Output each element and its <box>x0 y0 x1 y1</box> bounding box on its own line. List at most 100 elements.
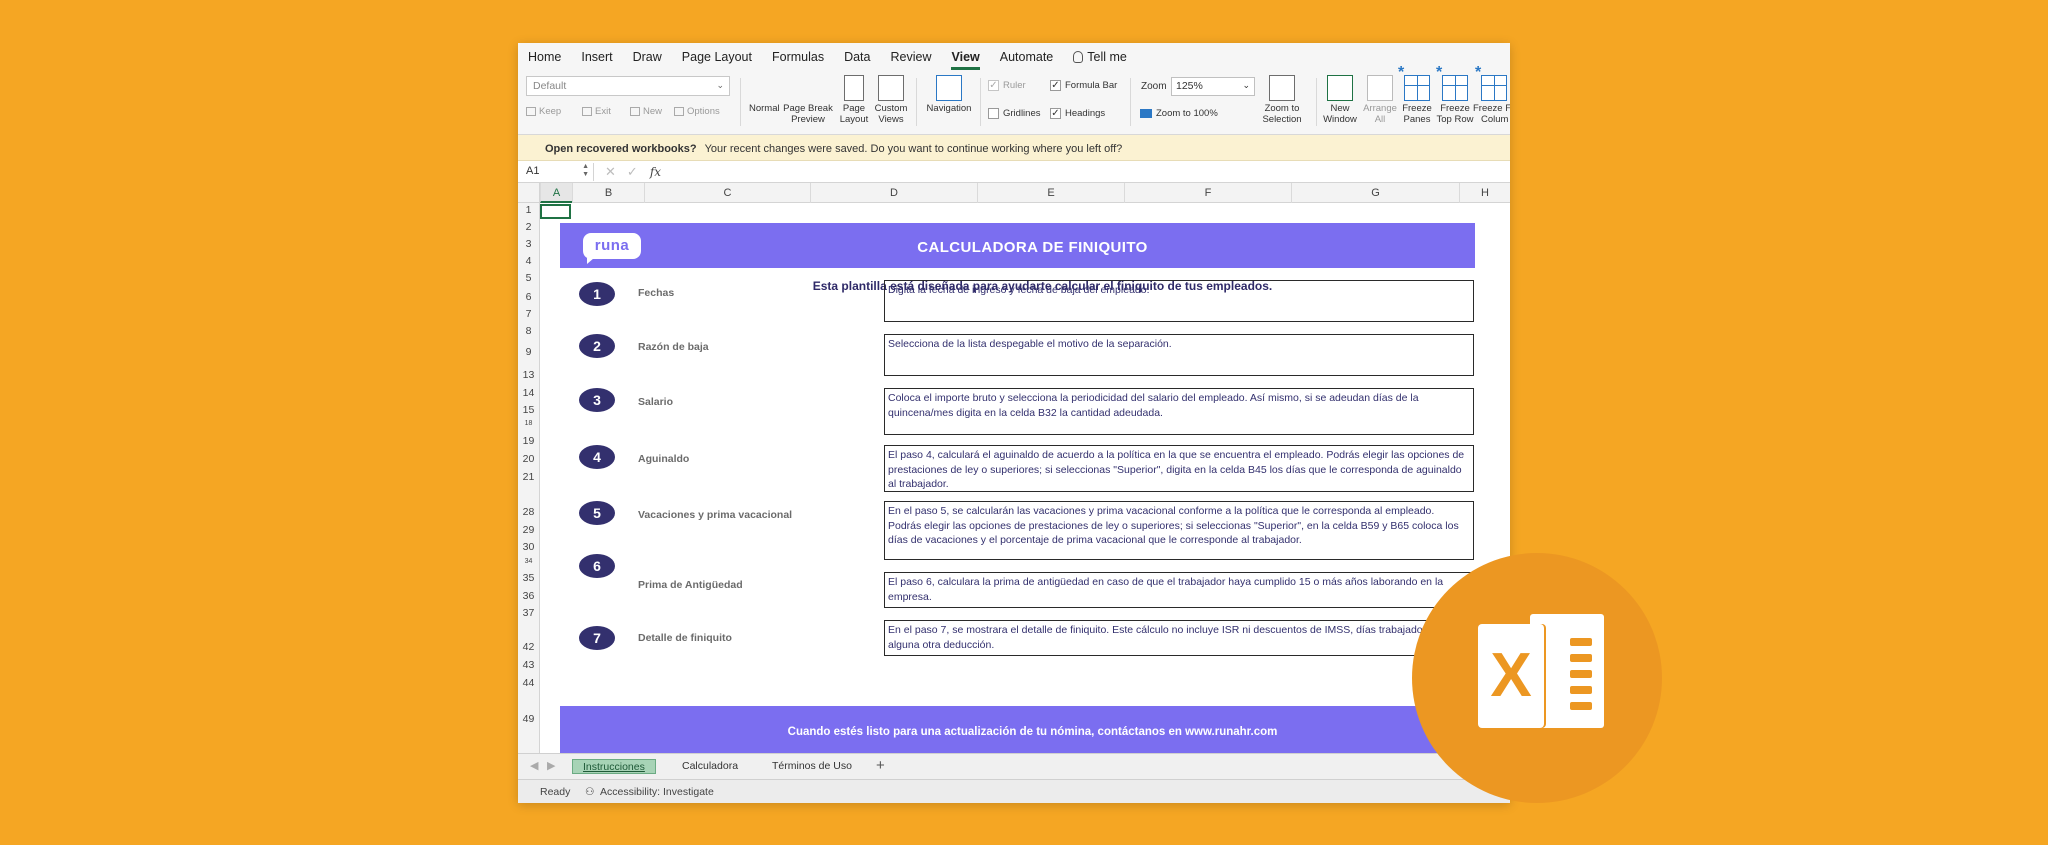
column-header-h[interactable]: H <box>1459 183 1510 203</box>
options-button[interactable]: Options <box>674 106 720 117</box>
active-cell[interactable] <box>540 204 571 219</box>
sheet-view-select[interactable]: Default ⌄ <box>526 76 730 96</box>
cancel-icon[interactable]: ✕ <box>605 164 616 180</box>
row-header[interactable]: 4 <box>518 255 539 267</box>
keep-button[interactable]: Keep <box>526 106 561 117</box>
new-view-button[interactable]: New <box>630 106 662 117</box>
row-header[interactable]: 28 <box>518 506 539 518</box>
tab-home[interactable]: Home <box>528 50 561 64</box>
row-header[interactable]: 37 <box>518 607 539 619</box>
ribbon-separator <box>1130 78 1131 126</box>
exit-button[interactable]: Exit <box>582 106 611 117</box>
empty-box-icon <box>988 108 999 119</box>
gridlines-checkbox[interactable]: Gridlines <box>988 108 1041 119</box>
row-header[interactable]: 49 <box>518 713 539 725</box>
tab-view[interactable]: View <box>951 50 981 70</box>
prev-sheet-icon[interactable]: ◀ <box>530 759 538 772</box>
tell-me[interactable]: Tell me <box>1073 50 1127 64</box>
row-header[interactable]: 3 <box>518 238 539 250</box>
row-header[interactable]: 6 <box>518 291 539 303</box>
next-sheet-icon[interactable]: ▶ <box>547 759 555 772</box>
zoom-to-selection-button[interactable]: Zoom to Selection <box>1256 75 1308 125</box>
zoom-select[interactable]: 125% ⌄ <box>1171 77 1255 96</box>
name-box[interactable]: A1 ▲ ▼ <box>522 162 594 181</box>
row-header[interactable]: 29 <box>518 524 539 536</box>
zoom-value: 125% <box>1176 80 1203 92</box>
page-break-preview-button[interactable]: Page Break Preview <box>783 75 833 241</box>
row-header[interactable]: 13 <box>518 369 539 381</box>
column-header-d[interactable]: D <box>810 183 977 203</box>
sheet-tab-calculadora[interactable]: Calculadora <box>672 759 748 774</box>
tab-automate[interactable]: Automate <box>1000 50 1054 64</box>
freeze-top-row-label-1: Freeze <box>1440 103 1470 114</box>
page-layout-button[interactable]: Page Layout <box>838 75 870 125</box>
normal-view-button[interactable]: Normal <box>749 75 780 243</box>
step-description[interactable]: El paso 4, calculará el aguinaldo de acu… <box>884 445 1474 492</box>
arrange-all-label-1: Arrange <box>1363 103 1397 114</box>
row-header[interactable]: 42 <box>518 641 539 653</box>
column-header-e[interactable]: E <box>977 183 1124 203</box>
new-window-button[interactable]: New Window <box>1320 75 1360 125</box>
row-header[interactable]: 44 <box>518 677 539 689</box>
row-header[interactable]: 14 <box>518 387 539 399</box>
tab-draw[interactable]: Draw <box>633 50 662 64</box>
freeze-top-row-button[interactable]: FreezeTop Row <box>1435 67 1475 125</box>
arrange-all-button[interactable]: Arrange All <box>1360 75 1400 125</box>
row-header[interactable]: 1 <box>518 204 539 216</box>
sheet-tab-terminos[interactable]: Términos de Uso <box>762 759 862 774</box>
select-all-corner[interactable] <box>518 183 540 203</box>
row-header[interactable]: 15 <box>518 404 539 416</box>
row-header[interactable]: 2 <box>518 221 539 233</box>
row-header[interactable]: 43 <box>518 659 539 671</box>
row-header[interactable]: 34 <box>518 558 539 565</box>
zoom-100-button[interactable]: Zoom to 100% <box>1140 108 1218 119</box>
tab-data[interactable]: Data <box>844 50 870 64</box>
row-header[interactable]: 7 <box>518 308 539 320</box>
freeze-first-column-button[interactable]: Freeze FColum <box>1473 67 1510 125</box>
enter-icon[interactable]: ✓ <box>627 164 638 180</box>
tab-review[interactable]: Review <box>890 50 931 64</box>
headings-checkbox[interactable]: ✓ Headings <box>1050 108 1105 119</box>
recovery-title[interactable]: Open recovered workbooks? <box>545 143 697 155</box>
step-number: 6 <box>579 554 615 578</box>
formula-bar-checkbox[interactable]: ✓ Formula Bar <box>1050 80 1117 91</box>
add-sheet-button[interactable]: + <box>876 757 885 774</box>
row-header[interactable]: 18 <box>518 420 539 427</box>
row-header[interactable]: 21 <box>518 471 539 483</box>
row-header[interactable]: 30 <box>518 541 539 553</box>
row-header[interactable]: 9 <box>518 346 539 358</box>
step-description[interactable]: En el paso 7, se mostrara el detalle de … <box>884 620 1474 656</box>
row-header[interactable]: 35 <box>518 572 539 584</box>
row-header[interactable]: 36 <box>518 590 539 602</box>
tab-insert[interactable]: Insert <box>581 50 612 64</box>
step-description[interactable]: Coloca el importe bruto y selecciona la … <box>884 388 1474 435</box>
accessibility-status[interactable]: Accessibility: Investigate <box>600 786 714 798</box>
row-header[interactable]: 20 <box>518 453 539 465</box>
step-label: Razón de baja <box>638 341 709 353</box>
zoom-selection-label-2: Selection <box>1262 114 1302 125</box>
sheet-line <box>1570 638 1592 646</box>
column-header-a[interactable]: A <box>540 183 572 203</box>
ribbon-separator <box>1316 78 1317 126</box>
sheet-tab-instrucciones[interactable]: Instrucciones <box>572 759 656 774</box>
tab-page-layout[interactable]: Page Layout <box>682 50 752 64</box>
step-description[interactable]: Digita la fecha de ingreso y fecha de ba… <box>884 280 1474 322</box>
column-header-f[interactable]: F <box>1124 183 1291 203</box>
tab-formulas[interactable]: Formulas <box>772 50 824 64</box>
row-header[interactable]: 5 <box>518 272 539 284</box>
ruler-checkbox[interactable]: ✓ Ruler <box>988 80 1026 91</box>
row-headers: 1 2 3 4 5 6 7 8 9 13 14 15 18 19 20 21 2… <box>518 203 540 753</box>
row-header[interactable]: 19 <box>518 435 539 447</box>
step-description[interactable]: Selecciona de la lista despegable el mot… <box>884 334 1474 376</box>
column-header-c[interactable]: C <box>644 183 810 203</box>
navigation-button[interactable]: Navigation <box>924 75 974 114</box>
custom-views-button[interactable]: Custom Views <box>873 75 909 125</box>
step-description[interactable]: El paso 6, calculara la prima de antigüe… <box>884 572 1474 608</box>
row-header[interactable]: 8 <box>518 325 539 337</box>
column-header-g[interactable]: G <box>1291 183 1459 203</box>
worksheet-grid[interactable]: A B C D E F G H 1 2 3 4 5 6 7 8 9 13 14 … <box>518 183 1510 753</box>
insert-function-button[interactable]: fx <box>650 165 661 179</box>
step-description[interactable]: En el paso 5, se calcularán las vacacion… <box>884 501 1474 560</box>
column-header-b[interactable]: B <box>572 183 644 203</box>
freeze-panes-button[interactable]: FreezePanes <box>1398 67 1436 125</box>
